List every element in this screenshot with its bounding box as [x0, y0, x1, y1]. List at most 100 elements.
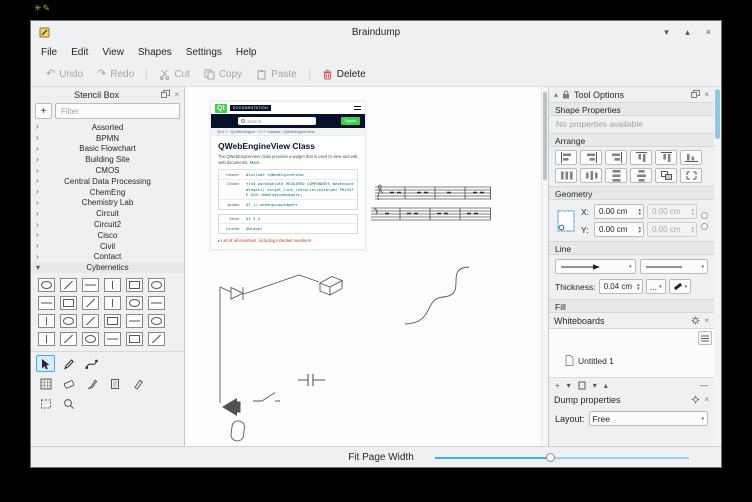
titlebar[interactable]: Braindump ▾ ▴ × — [31, 21, 721, 43]
close-icon[interactable]: × — [704, 91, 709, 99]
stencil-shape-icon[interactable] — [60, 296, 77, 310]
slider-handle[interactable] — [546, 453, 555, 462]
scrollbar-thumb[interactable] — [543, 92, 547, 180]
stencil-shape-icon[interactable] — [82, 314, 99, 328]
distribute-top-button[interactable] — [605, 168, 627, 183]
distribute-center-button[interactable] — [580, 168, 602, 183]
menu-file[interactable]: File — [34, 45, 64, 60]
shape-speaker[interactable] — [222, 398, 241, 416]
selection-frame-tool-button[interactable] — [36, 395, 55, 412]
add-stencil-button[interactable]: + — [35, 103, 52, 119]
shape-3d-box[interactable] — [320, 277, 342, 296]
whiteboards-header[interactable]: Whiteboards × — [549, 313, 714, 328]
float-icon[interactable] — [161, 90, 170, 99]
stencil-shape-icon[interactable] — [104, 278, 121, 292]
close-icon[interactable]: × — [704, 317, 709, 325]
slider-track[interactable] — [551, 457, 689, 459]
tool-options-header[interactable]: ▴ Tool Options × — [549, 87, 714, 102]
ungroup-button[interactable] — [680, 168, 702, 183]
curve-tool-button[interactable] — [82, 355, 101, 372]
menu-settings[interactable]: Settings — [179, 45, 229, 60]
stencil-category[interactable]: ›Assorted — [31, 122, 184, 133]
width-spinbox[interactable]: 0.00 cm▴▾ — [647, 204, 697, 219]
stencil-category-expanded[interactable]: ▾Cybernetics — [31, 262, 184, 273]
zoom-tool-button[interactable] — [59, 395, 78, 412]
height-spinbox[interactable]: 0.00 cm▴▾ — [647, 222, 697, 237]
shape-sine-curve[interactable] — [405, 267, 469, 324]
stencil-shape-icon[interactable] — [60, 314, 77, 328]
gear-icon[interactable] — [691, 395, 700, 404]
add-whiteboard-button[interactable]: + — [555, 381, 560, 390]
stencil-box-header[interactable]: Stencil Box × — [31, 87, 184, 102]
stencil-shape-icon[interactable] — [82, 278, 99, 292]
stencil-shape-icon[interactable] — [38, 332, 55, 346]
stencil-filter-input[interactable] — [55, 103, 180, 119]
shape-wire[interactable] — [220, 275, 319, 403]
lock-icon[interactable] — [562, 90, 570, 99]
brush-tool-button[interactable] — [82, 375, 101, 392]
float-icon[interactable] — [691, 90, 700, 99]
stencil-category[interactable]: ›Circuit — [31, 208, 184, 219]
stencil-shape-icon[interactable] — [126, 332, 143, 346]
dump-properties-header[interactable]: Dump properties × — [549, 392, 714, 407]
close-icon[interactable]: × — [174, 91, 179, 99]
menu-edit[interactable]: Edit — [64, 45, 95, 60]
stencil-shape-icon[interactable] — [126, 296, 143, 310]
whiteboard-canvas[interactable]: Qt DOCUMENTATION Search Signin Qt 6.7 › … — [185, 87, 541, 446]
cut-button[interactable]: Cut — [152, 66, 197, 83]
gear-icon[interactable] — [691, 316, 700, 325]
shape-diode[interactable] — [231, 287, 243, 300]
group-button[interactable] — [655, 168, 677, 183]
menu-view[interactable]: View — [95, 45, 131, 60]
copy-button[interactable]: Copy — [197, 66, 249, 83]
pencil-tool-button[interactable] — [59, 355, 78, 372]
stencil-shape-icon[interactable] — [126, 278, 143, 292]
dock-vertical-scrollbar[interactable] — [714, 87, 721, 446]
stencil-shape-icon[interactable] — [148, 332, 165, 346]
stencil-category[interactable]: ›Basic Flowchart — [31, 144, 184, 155]
shape-capacitor[interactable] — [298, 374, 325, 386]
stencil-shape-icon[interactable] — [148, 296, 165, 310]
aspect-lock-button[interactable] — [701, 223, 708, 230]
position-anchor-picker[interactable] — [555, 207, 577, 235]
stencil-shape-icon[interactable] — [82, 296, 99, 310]
menu-shapes[interactable]: Shapes — [131, 45, 179, 60]
maximize-button[interactable]: ▴ — [682, 26, 693, 38]
delete-button[interactable]: Delete — [315, 66, 373, 83]
stencil-category[interactable]: ›Central Data Processing — [31, 176, 184, 187]
stencil-category[interactable]: ›BPMN — [31, 133, 184, 144]
zoom-slider[interactable] — [435, 456, 689, 459]
list-view-toggle-button[interactable] — [698, 331, 712, 345]
stencil-category[interactable]: ›ChemEng — [31, 187, 184, 198]
close-icon[interactable]: × — [704, 396, 709, 404]
slider-track-filled[interactable] — [435, 457, 551, 459]
embedded-music-score[interactable] — [371, 185, 491, 220]
calligraphy-tool-button[interactable] — [128, 375, 147, 392]
align-bottom-button[interactable] — [680, 150, 702, 165]
chevron-down-icon[interactable]: ▾ — [567, 381, 571, 390]
stencil-category[interactable]: ›Chemistry Lab — [31, 198, 184, 209]
stencil-shape-icon[interactable] — [104, 296, 121, 310]
shape-switch[interactable] — [253, 393, 280, 402]
embedded-webpage-snapshot[interactable]: Qt DOCUMENTATION Search Signin Qt 6.7 › … — [210, 101, 366, 250]
stencil-shape-icon[interactable] — [104, 314, 121, 328]
chevron-down-icon[interactable]: ▾ — [593, 381, 597, 390]
collapse-arrow-icon[interactable]: ▴ — [554, 91, 558, 99]
select-tool-button[interactable] — [36, 355, 55, 372]
stencil-shape-icon[interactable] — [60, 278, 77, 292]
canvas-vertical-scrollbar[interactable] — [541, 87, 548, 446]
minimize-button[interactable]: ▾ — [661, 26, 672, 38]
whiteboard-item[interactable]: Untitled 1 — [565, 355, 614, 366]
stencil-category[interactable]: ›Building Site — [31, 154, 184, 165]
stencil-shape-icon[interactable] — [60, 332, 77, 346]
undo-button[interactable]: ↶ Undo — [39, 66, 90, 83]
chevron-up-icon[interactable]: ▴ — [604, 381, 608, 390]
y-position-spinbox[interactable]: 0.00 cm▴▾ — [594, 222, 644, 237]
layout-dropdown[interactable]: Free ▾ — [589, 411, 708, 426]
stencil-category[interactable]: ›CMOS — [31, 165, 184, 176]
align-middle-v-button[interactable] — [655, 150, 677, 165]
stamp-tool-button[interactable] — [105, 375, 124, 392]
line-cap-dropdown[interactable]: ...▾ — [646, 279, 666, 294]
align-center-h-button[interactable] — [580, 150, 602, 165]
stencil-shape-icon[interactable] — [38, 314, 55, 328]
